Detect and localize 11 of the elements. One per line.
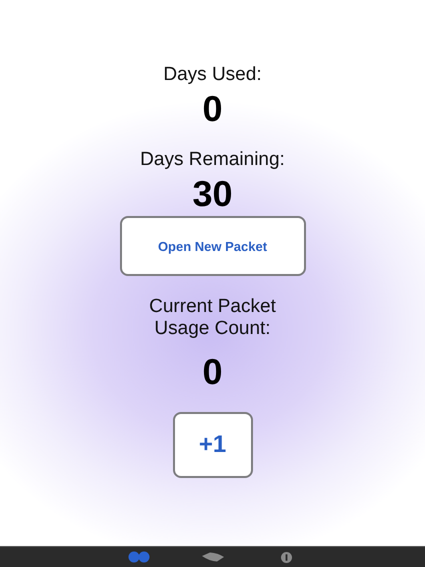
days-remaining-value: 30: [192, 174, 233, 214]
circles-icon[interactable]: [128, 551, 150, 563]
usage-count-label: Current Packet Usage Count:: [148, 296, 277, 340]
usage-count-value: 0: [202, 352, 223, 392]
open-packet-button[interactable]: Open New Packet: [120, 216, 306, 276]
days-remaining-label: Days Remaining:: [140, 149, 285, 171]
days-used-value: 0: [202, 89, 223, 129]
info-icon[interactable]: [281, 552, 292, 562]
days-used-label: Days Used:: [163, 64, 262, 86]
packet-icon[interactable]: [200, 552, 224, 562]
increment-button[interactable]: +1: [172, 412, 252, 478]
